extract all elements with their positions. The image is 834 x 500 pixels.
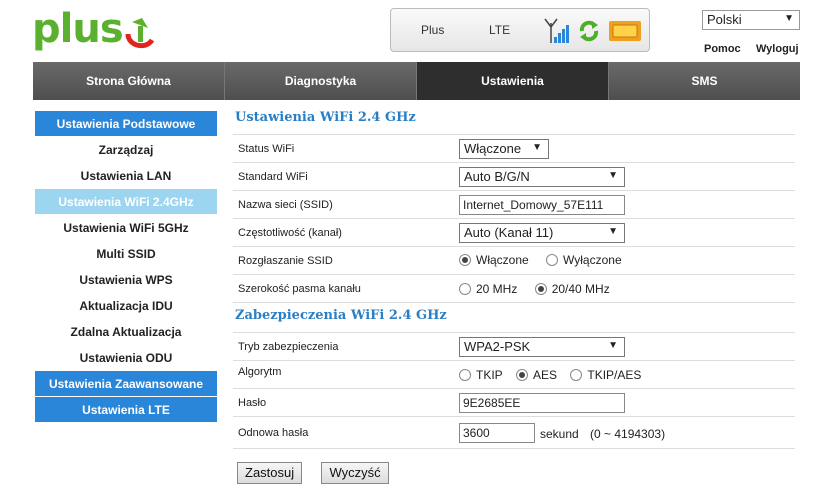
security-mode-row: Tryb zabezpieczenia WPA2-PSK ▼ xyxy=(233,333,795,361)
bandwidth-20-radio[interactable]: 20 MHz xyxy=(459,282,517,296)
ssid-broadcast-row: Rozgłaszanie SSID Włączone Wyłączone xyxy=(233,247,795,275)
password-label: Hasło xyxy=(238,397,267,409)
channel-row: Częstotliwość (kanał) Auto (Kanał 11) ▼ xyxy=(233,219,795,247)
apply-button[interactable]: Zastosuj xyxy=(237,462,303,484)
wifi-standard-label: Standard WiFi xyxy=(238,171,308,183)
password-input[interactable]: 9E2685EE xyxy=(459,393,625,413)
algo-tkip-radio[interactable]: TKIP xyxy=(459,368,503,382)
ssid-row: Nazwa sieci (SSID) Internet_Domowy_57E11… xyxy=(233,191,795,219)
sidebar-item-lan[interactable]: Ustawienia LAN xyxy=(35,163,217,189)
sidebar-item-manage[interactable]: Zarządzaj xyxy=(35,137,217,163)
help-link[interactable]: Pomoc xyxy=(704,43,741,55)
refresh-icon[interactable] xyxy=(578,19,600,43)
settings-sidebar: Ustawienia Podstawowe Zarządzaj Ustawien… xyxy=(35,111,217,423)
algorithm-label: Algorytm xyxy=(238,366,282,378)
tab-settings[interactable]: Ustawienia xyxy=(417,62,609,100)
ssid-input[interactable]: Internet_Domowy_57E111 xyxy=(459,195,625,215)
radio-label: 20 MHz xyxy=(476,282,518,296)
sidebar-item-remote-update[interactable]: Zdalna Aktualizacja xyxy=(35,319,217,345)
logout-link[interactable]: Wyloguj xyxy=(756,43,799,55)
radio-checked-icon xyxy=(459,254,471,266)
signal-strength-icon xyxy=(544,18,569,43)
radio-label: AES xyxy=(533,368,558,382)
security-mode-label: Tryb zabezpieczenia xyxy=(238,341,339,353)
radio-label: TKIP/AES xyxy=(587,368,642,382)
password-row: Hasło 9E2685EE xyxy=(233,389,795,417)
ssid-broadcast-options: Włączone Wyłączone xyxy=(459,253,636,269)
sidebar-item-multi-ssid[interactable]: Multi SSID xyxy=(35,241,217,267)
wifi-settings-form: Ustawienia WiFi 2.4 GHz Status WiFi Włąc… xyxy=(233,108,795,484)
sidebar-item-basic-settings[interactable]: Ustawienia Podstawowe xyxy=(35,111,217,137)
language-value: Polski xyxy=(707,12,742,27)
wifi-status-select[interactable]: Włączone ▼ xyxy=(459,139,549,159)
chevron-down-icon: ▼ xyxy=(608,170,618,181)
ssid-label: Nazwa sieci (SSID) xyxy=(238,199,333,211)
sidebar-item-wifi-5[interactable]: Ustawienia WiFi 5GHz xyxy=(35,215,217,241)
sidebar-item-idu-update[interactable]: Aktualizacja IDU xyxy=(35,293,217,319)
logo-text: plus xyxy=(32,6,124,52)
algorithm-row: Algorytm TKIP AES TKIP/AES xyxy=(233,361,795,389)
radio-unchecked-icon xyxy=(459,283,471,295)
algo-tkipaes-radio[interactable]: TKIP/AES xyxy=(570,368,641,382)
sidebar-item-lte[interactable]: Ustawienia LTE xyxy=(35,397,217,423)
security-mode-select[interactable]: WPA2-PSK ▼ xyxy=(459,337,625,357)
operator-name: Plus xyxy=(421,23,445,37)
wifi-section-title: Ustawienia WiFi 2.4 GHz xyxy=(233,108,795,135)
bandwidth-2040-radio[interactable]: 20/40 MHz xyxy=(534,282,610,296)
radio-label: Wyłączone xyxy=(563,253,622,267)
main-nav: Strona Główna Diagnostyka Ustawienia SMS xyxy=(33,62,800,100)
tab-home[interactable]: Strona Główna xyxy=(33,62,225,100)
radio-checked-icon xyxy=(534,283,547,295)
sidebar-item-wps[interactable]: Ustawienia WPS xyxy=(35,267,217,293)
chevron-down-icon: ▼ xyxy=(608,340,618,351)
tab-diagnostics[interactable]: Diagnostyka xyxy=(225,62,417,100)
radio-label: TKIP xyxy=(476,368,503,382)
key-renewal-row: Odnowa hasła 3600 sekund (0 ~ 4194303) xyxy=(233,417,795,449)
wifi-status-value: Włączone xyxy=(464,141,522,156)
bandwidth-label: Szerokość pasma kanału xyxy=(238,283,361,295)
radio-unchecked-icon xyxy=(570,369,583,381)
tab-sms[interactable]: SMS xyxy=(609,62,800,100)
channel-label: Częstotliwość (kanał) xyxy=(238,227,342,239)
network-type: LTE xyxy=(489,23,511,37)
sidebar-item-odu[interactable]: Ustawienia ODU xyxy=(35,345,217,371)
radio-label: Włączone xyxy=(476,253,529,267)
radio-unchecked-icon xyxy=(546,254,559,266)
logo-mark-icon xyxy=(125,18,155,49)
ssid-broadcast-label: Rozgłaszanie SSID xyxy=(238,255,333,267)
security-section-title: Zabezpieczenia WiFi 2.4 GHz xyxy=(233,303,795,333)
chevron-down-icon: ▼ xyxy=(532,142,542,153)
connection-status-panel: Plus LTE xyxy=(390,8,650,52)
channel-select[interactable]: Auto (Kanał 11) ▼ xyxy=(459,223,625,243)
wifi-standard-value: Auto B/G/N xyxy=(464,169,530,184)
ssid-broadcast-off-radio[interactable]: Wyłączone xyxy=(546,253,622,267)
wifi-status-row: Status WiFi Włączone ▼ xyxy=(233,135,795,163)
wifi-status-label: Status WiFi xyxy=(238,143,295,155)
key-renewal-label: Odnowa hasła xyxy=(238,427,309,439)
wifi-standard-row: Standard WiFi Auto B/G/N ▼ xyxy=(233,163,795,191)
algorithm-options: TKIP AES TKIP/AES xyxy=(459,368,655,384)
bandwidth-row: Szerokość pasma kanału 20 MHz 20/40 MHz xyxy=(233,275,795,303)
language-select[interactable]: Polski ▼ xyxy=(702,10,800,30)
key-renewal-unit: sekund xyxy=(540,427,579,441)
radio-unchecked-icon xyxy=(459,369,471,381)
bandwidth-options: 20 MHz 20/40 MHz xyxy=(459,282,624,298)
wifi-standard-select[interactable]: Auto B/G/N ▼ xyxy=(459,167,625,187)
sidebar-item-wifi-24[interactable]: Ustawienia WiFi 2.4GHz xyxy=(35,189,217,215)
security-mode-value: WPA2-PSK xyxy=(464,339,531,354)
algo-aes-radio[interactable]: AES xyxy=(516,368,557,382)
radio-label: 20/40 MHz xyxy=(551,282,610,296)
chevron-down-icon: ▼ xyxy=(784,13,794,24)
clear-button[interactable]: Wyczyść xyxy=(321,462,389,484)
ssid-broadcast-on-radio[interactable]: Włączone xyxy=(459,253,529,267)
radio-checked-icon xyxy=(516,369,529,381)
sidebar-item-advanced[interactable]: Ustawienia Zaawansowane xyxy=(35,371,217,397)
plus-logo: plus xyxy=(32,6,172,58)
key-renewal-range: (0 ~ 4194303) xyxy=(590,427,666,441)
form-buttons: Zastosuj Wyczyść xyxy=(237,462,405,484)
key-renewal-input[interactable]: 3600 xyxy=(459,423,535,443)
channel-value: Auto (Kanał 11) xyxy=(464,225,554,240)
sim-card-icon xyxy=(609,21,641,41)
chevron-down-icon: ▼ xyxy=(608,226,618,237)
